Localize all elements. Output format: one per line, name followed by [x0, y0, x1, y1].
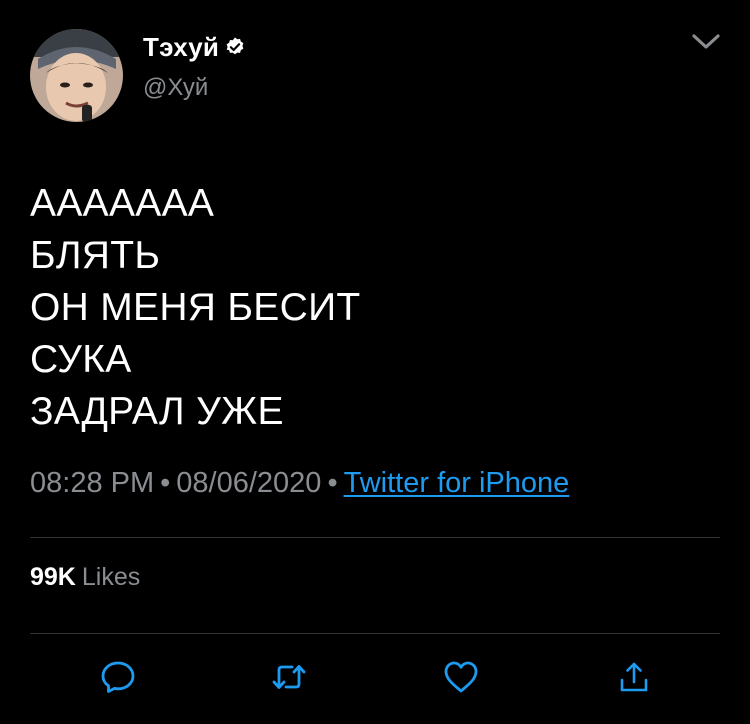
author-name-row: Тэхуй — [143, 31, 246, 63]
display-name[interactable]: Тэхуй — [143, 32, 219, 63]
separator: • — [327, 467, 338, 499]
tweet-line: ОН МЕНЯ БЕСИТ — [30, 286, 361, 329]
avatar[interactable] — [30, 29, 123, 122]
chevron-down-icon[interactable] — [690, 30, 722, 54]
retweet-button[interactable] — [270, 658, 308, 696]
heart-icon — [444, 661, 478, 693]
divider — [30, 633, 720, 634]
verified-badge-icon — [224, 36, 246, 58]
tweet-source-link[interactable]: Twitter for iPhone — [344, 467, 570, 499]
tweet-metadata: 08:28 PM • 08/06/2020 • Twitter for iPhone — [30, 467, 569, 500]
tweet-text: АААААAА БЛЯТЬ ОН МЕНЯ БЕСИТ СУКА ЗАДРАЛ … — [30, 178, 361, 438]
share-button[interactable] — [615, 658, 653, 696]
reply-button[interactable] — [99, 658, 137, 696]
likes-stat[interactable]: 99K Likes — [30, 563, 140, 592]
likes-label: Likes — [81, 563, 141, 591]
tweet-line: АААААAА — [30, 182, 215, 225]
share-icon — [620, 662, 648, 692]
tweet-date: 08/06/2020 — [176, 467, 322, 499]
avatar-photo — [30, 29, 123, 122]
tweet-line: СУКА — [30, 338, 132, 381]
separator: • — [160, 467, 171, 499]
tweet-line: БЛЯТЬ — [30, 234, 161, 277]
user-handle[interactable]: @Хуй — [143, 74, 208, 102]
reply-icon — [101, 661, 135, 693]
like-button[interactable] — [442, 658, 480, 696]
divider — [30, 537, 720, 538]
tweet-time: 08:28 PM — [30, 467, 155, 499]
retweet-icon — [272, 665, 306, 689]
bottom-edge — [0, 718, 750, 724]
likes-count: 99K — [30, 563, 76, 591]
tweet-line: ЗАДРАЛ УЖЕ — [30, 390, 284, 433]
